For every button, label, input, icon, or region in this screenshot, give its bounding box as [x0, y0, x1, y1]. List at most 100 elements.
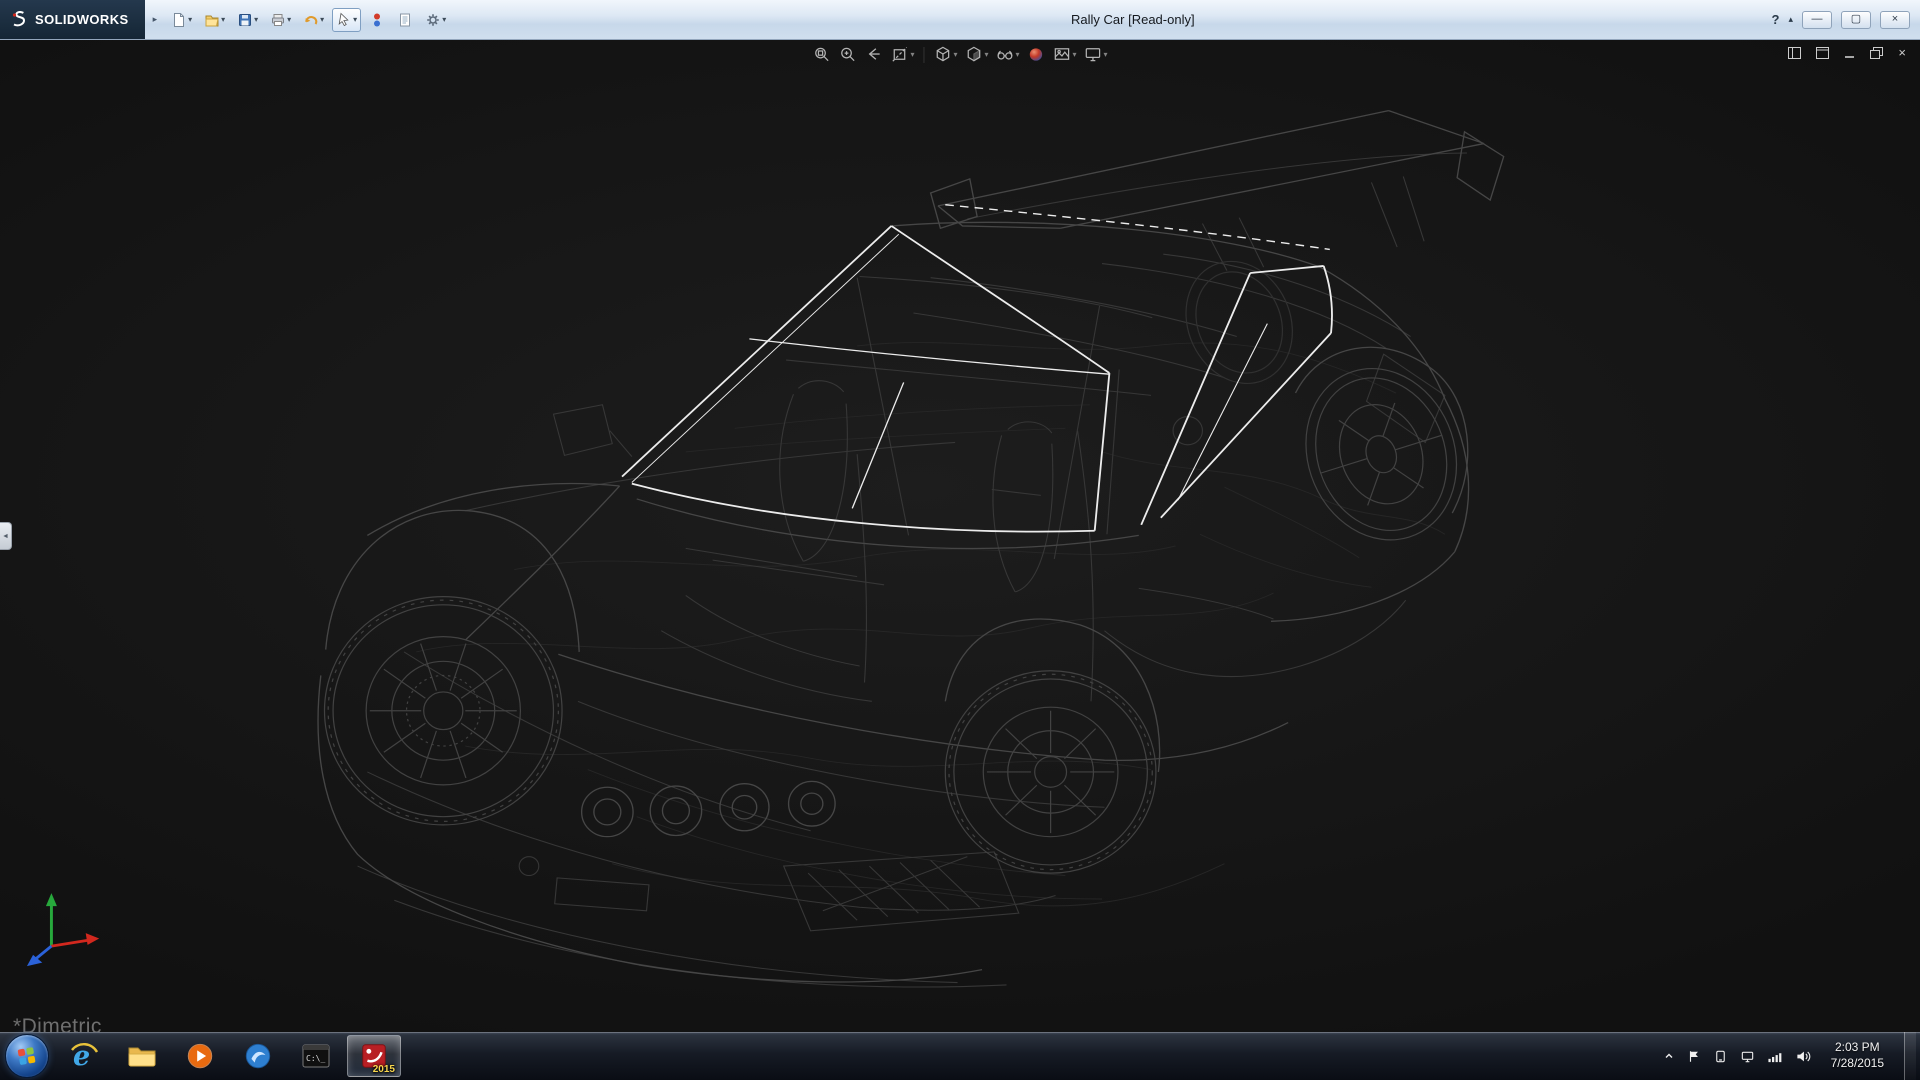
- featuremanager-pane-icon: [1788, 47, 1801, 59]
- view-orientation-icon: [933, 45, 952, 64]
- zoom-to-fit-icon: [812, 45, 831, 64]
- svg-text:C:\_: C:\_: [306, 1054, 325, 1063]
- options-button[interactable]: ▾: [421, 8, 450, 32]
- maximize-button[interactable]: ▢: [1841, 11, 1871, 29]
- document-minimize-button[interactable]: [1844, 47, 1855, 59]
- blue-app-icon: [243, 1041, 273, 1071]
- wireframe-detail-lines: [416, 343, 1445, 906]
- taskbar-item-media-player[interactable]: [173, 1035, 227, 1077]
- wireframe-wheels: [324, 247, 1479, 873]
- dropdown-caret-icon: ▾: [254, 16, 258, 24]
- view-orientation-label: *Dimetric: [13, 1015, 102, 1032]
- save-icon: [237, 12, 253, 28]
- taskbar-item-solidworks-2015[interactable]: 2015: [347, 1035, 401, 1077]
- show-desktop-button[interactable]: [1904, 1032, 1916, 1080]
- menu-expand-arrow-icon[interactable]: ▸: [153, 14, 158, 25]
- taskbar-item-windows-explorer[interactable]: [115, 1035, 169, 1077]
- windows-flag-icon: [16, 1045, 38, 1067]
- wireframe-main-lines: [318, 111, 1504, 982]
- dropdown-caret-icon: ▾: [984, 51, 988, 59]
- orientation-triad: [27, 893, 99, 966]
- action-center-button[interactable]: [1687, 1049, 1701, 1064]
- network-button[interactable]: [1767, 1049, 1783, 1064]
- undo-icon: [303, 12, 319, 28]
- section-view-button[interactable]: ▾: [889, 44, 915, 65]
- close-icon: ×: [1898, 46, 1906, 59]
- new-document-icon: [171, 12, 187, 28]
- open-button[interactable]: ▾: [200, 8, 229, 32]
- rebuild-icon: [369, 12, 385, 28]
- window-controls: ? ▴ — ▢ ×: [1772, 0, 1910, 39]
- media-player-icon: [185, 1041, 215, 1071]
- clock-time: 2:03 PM: [1831, 1040, 1884, 1056]
- print-icon: [270, 12, 286, 28]
- hide-show-items-icon: [996, 45, 1015, 64]
- display-button[interactable]: [1740, 1049, 1755, 1064]
- solidworks-wordmark: SOLIDWORKS: [35, 12, 129, 27]
- view-settings-icon: [1084, 45, 1103, 64]
- volume-button[interactable]: [1795, 1049, 1811, 1064]
- folder-icon: [126, 1040, 158, 1072]
- display-style-button[interactable]: ▾: [963, 44, 989, 65]
- display-icon: [1740, 1049, 1755, 1064]
- internet-explorer-icon: e: [68, 1040, 100, 1072]
- zoom-to-fit-button[interactable]: [811, 44, 832, 65]
- previous-view-button[interactable]: [863, 44, 884, 65]
- graphics-viewport[interactable]: ▾ ▾ ▾ ▾: [0, 40, 1920, 1032]
- document-restore-button[interactable]: [1870, 47, 1883, 59]
- new-document-button[interactable]: ▾: [167, 8, 196, 32]
- close-button[interactable]: ×: [1880, 11, 1910, 29]
- print-button[interactable]: ▾: [266, 8, 295, 32]
- titlebar[interactable]: SOLIDWORKS ▸ ▾ ▾: [0, 0, 1920, 40]
- select-button[interactable]: ▾: [332, 8, 361, 32]
- start-button[interactable]: [5, 1034, 49, 1078]
- file-properties-icon: [397, 12, 413, 28]
- taskbar-item-blue-app[interactable]: [231, 1035, 285, 1077]
- desktop-screen: SOLIDWORKS ▸ ▾ ▾: [0, 0, 1920, 1080]
- zoom-to-area-button[interactable]: [837, 44, 858, 65]
- collapse-arrow-icon: ◄: [2, 533, 9, 540]
- solidworks-logo: SOLIDWORKS: [0, 0, 145, 39]
- system-tray: 2:03 PM 7/28/2015: [1663, 1032, 1920, 1080]
- open-icon: [204, 12, 220, 28]
- dropdown-caret-icon: ▾: [1016, 51, 1020, 59]
- restore-icon: [1870, 47, 1883, 59]
- taskbar: e: [0, 1032, 1920, 1080]
- edit-appearance-button[interactable]: [1026, 44, 1047, 65]
- help-icon[interactable]: ?: [1772, 12, 1780, 27]
- dropdown-caret-icon: ▾: [1073, 51, 1077, 59]
- featuremanager-pane-button[interactable]: [1788, 47, 1801, 59]
- show-hidden-icons-button[interactable]: [1663, 1050, 1675, 1062]
- taskbar-item-internet-explorer[interactable]: e: [57, 1035, 111, 1077]
- split-pane-button[interactable]: [1816, 47, 1829, 59]
- collapse-icon[interactable]: ▴: [1788, 14, 1793, 25]
- split-pane-icon: [1816, 47, 1829, 59]
- rebuild-button[interactable]: [365, 8, 389, 32]
- document-window-controls: ×: [1788, 46, 1906, 59]
- clock-date: 7/28/2015: [1831, 1056, 1884, 1072]
- apply-scene-button[interactable]: ▾: [1052, 44, 1078, 65]
- action-center-flag-icon: [1687, 1049, 1701, 1064]
- hide-show-items-button[interactable]: ▾: [995, 44, 1021, 65]
- device-button[interactable]: [1713, 1049, 1728, 1064]
- collapsed-panel-tab[interactable]: ◄: [0, 522, 12, 550]
- toolbar-separator: [923, 47, 924, 63]
- file-properties-button[interactable]: [393, 8, 417, 32]
- apply-scene-icon: [1053, 45, 1072, 64]
- dropdown-caret-icon: ▾: [953, 51, 957, 59]
- minimize-button[interactable]: —: [1802, 11, 1832, 29]
- dropdown-caret-icon: ▾: [188, 16, 192, 24]
- document-close-button[interactable]: ×: [1898, 46, 1906, 59]
- minimize-icon: [1844, 47, 1855, 59]
- view-orientation-button[interactable]: ▾: [932, 44, 958, 65]
- network-icon: [1767, 1049, 1783, 1064]
- zoom-to-area-icon: [838, 45, 857, 64]
- dropdown-caret-icon: ▾: [287, 16, 291, 24]
- taskbar-clock[interactable]: 2:03 PM 7/28/2015: [1823, 1040, 1892, 1071]
- undo-button[interactable]: ▾: [299, 8, 328, 32]
- view-settings-button[interactable]: ▾: [1083, 44, 1109, 65]
- save-button[interactable]: ▾: [233, 8, 262, 32]
- volume-icon: [1795, 1049, 1811, 1064]
- taskbar-item-command-prompt[interactable]: C:\_: [289, 1035, 343, 1077]
- highlighted-glass-edges: [622, 205, 1332, 532]
